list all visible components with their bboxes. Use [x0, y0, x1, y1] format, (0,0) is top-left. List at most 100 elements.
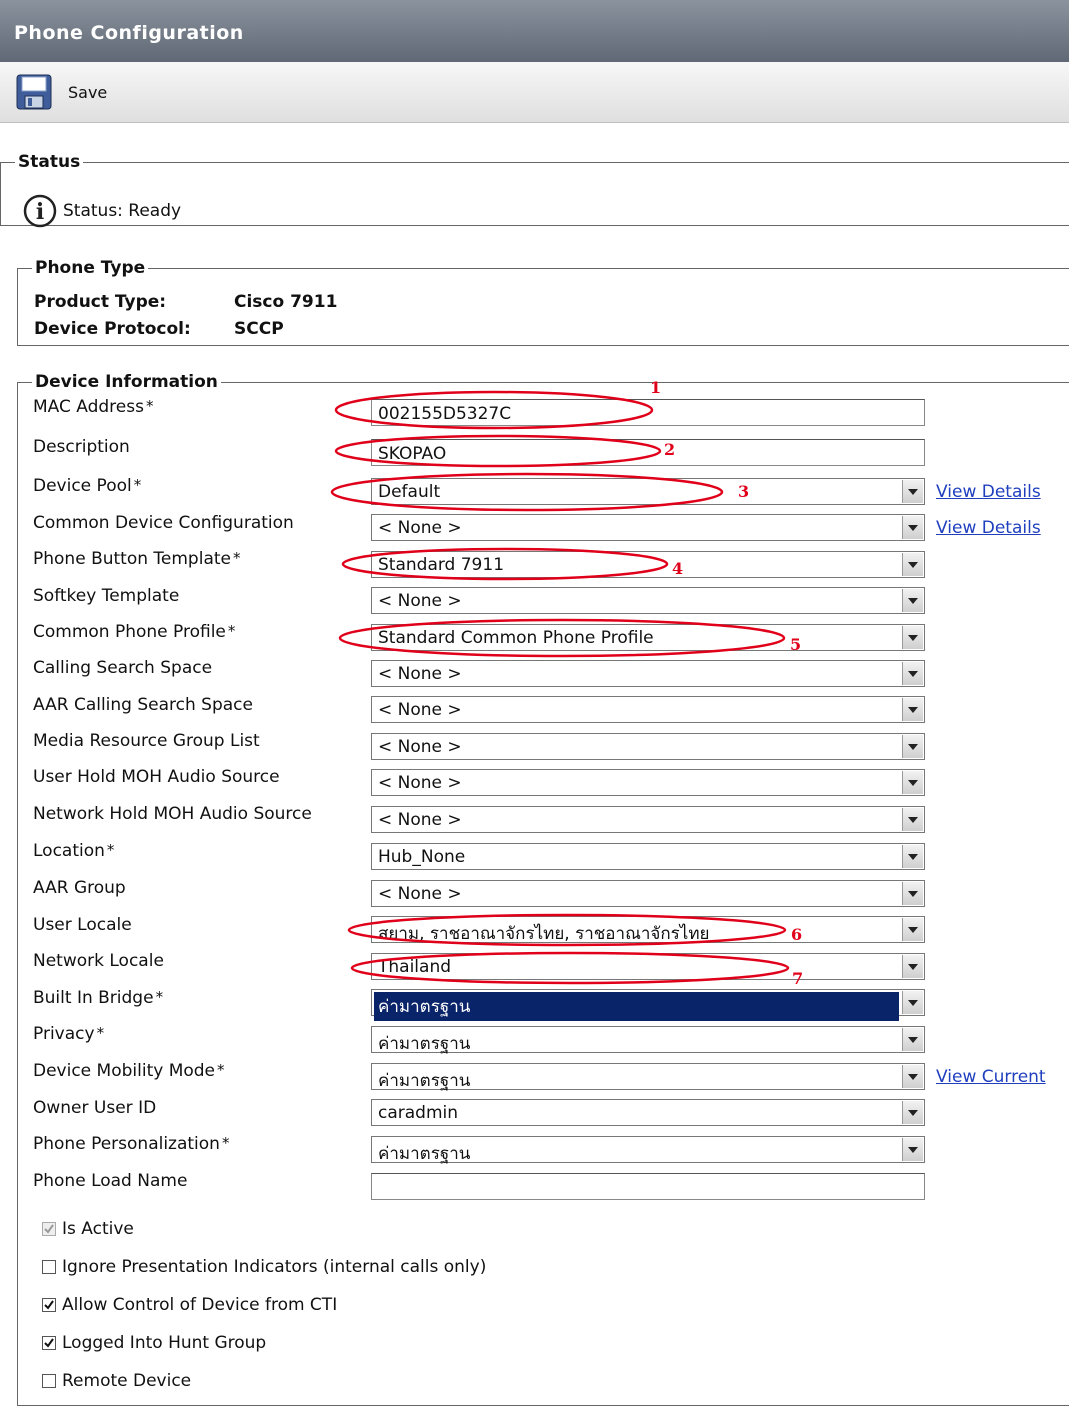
network-locale-select[interactable]: Thailand [371, 953, 925, 980]
save-button[interactable]: Save [16, 74, 107, 110]
phone-type-section: Phone Type Product Type: Cisco 7911 Devi… [17, 258, 1069, 346]
chevron-down-icon[interactable] [902, 918, 923, 941]
chevron-down-icon[interactable] [902, 845, 923, 868]
user-hold-moh-select[interactable]: < None > [371, 769, 925, 796]
chevron-down-icon[interactable] [902, 1065, 923, 1088]
toolbar: Save [0, 62, 1069, 123]
device-protocol-row: Device Protocol: SCCP [34, 319, 284, 339]
phone-button-template-label: Phone Button Template * [33, 549, 241, 569]
media-resource-group-list-label: Media Resource Group List [33, 731, 260, 751]
title-bar: Phone Configuration [0, 0, 1069, 63]
ignore-presentation-checkbox[interactable] [42, 1260, 56, 1274]
mac-address-field[interactable]: 002155D5327C [371, 399, 925, 426]
chevron-down-icon[interactable] [902, 662, 923, 685]
device-information-legend: Device Information [35, 372, 218, 392]
allow-cti-checkbox[interactable] [42, 1298, 56, 1312]
is-active-label: Is Active [62, 1219, 134, 1239]
mac-address-label: MAC Address * [33, 397, 154, 417]
chevron-down-icon[interactable] [902, 1028, 923, 1051]
built-in-bridge-label: Built In Bridge * [33, 988, 164, 1008]
owner-user-id-label: Owner User ID [33, 1098, 157, 1118]
phone-type-legend: Phone Type [35, 258, 146, 278]
device-mobility-mode-label: Device Mobility Mode * [33, 1061, 225, 1081]
chevron-down-icon[interactable] [902, 1138, 923, 1161]
floppy-disk-icon [16, 74, 52, 110]
remote-device-label: Remote Device [62, 1371, 192, 1391]
description-field[interactable]: SKOPAO [371, 439, 925, 466]
chevron-down-icon[interactable] [902, 589, 923, 612]
chevron-down-icon[interactable] [902, 955, 923, 978]
privacy-label: Privacy * [33, 1024, 105, 1044]
built-in-bridge-select[interactable]: ค่ามาตรฐาน [371, 989, 925, 1021]
phone-load-name-field[interactable] [371, 1173, 925, 1200]
logged-hunt-group-checkbox-row: Logged Into Hunt Group [42, 1333, 266, 1353]
device-mobility-mode-select[interactable]: ค่ามาตรฐาน [371, 1063, 925, 1091]
product-type-row: Product Type: Cisco 7911 [34, 292, 337, 312]
location-label: Location * [33, 841, 115, 861]
is-active-checkbox-row: Is Active [42, 1219, 134, 1239]
chevron-down-icon[interactable] [902, 553, 923, 576]
chevron-down-icon[interactable] [902, 882, 923, 905]
aar-calling-search-space-label: AAR Calling Search Space [33, 695, 253, 715]
chevron-down-icon[interactable] [902, 626, 923, 649]
chevron-down-icon[interactable] [902, 1101, 923, 1124]
chevron-down-icon[interactable] [902, 735, 923, 758]
softkey-template-select[interactable]: < None > [371, 587, 925, 614]
device-pool-label: Device Pool * [33, 476, 142, 496]
location-select[interactable]: Hub_None [371, 843, 925, 870]
checkmark-icon [44, 1338, 54, 1348]
allow-cti-checkbox-row: Allow Control of Device from CTI [42, 1295, 337, 1315]
page-title: Phone Configuration [14, 22, 244, 44]
common-phone-profile-label: Common Phone Profile * [33, 622, 236, 642]
product-type-label: Product Type: [34, 292, 167, 312]
user-locale-select[interactable]: สยาม, ราชอาณาจักรไทย, ราชอาณาจักรไทย [371, 916, 925, 944]
phone-load-name-label: Phone Load Name [33, 1171, 188, 1191]
device-protocol-label: Device Protocol: [34, 319, 191, 339]
device-pool-view-details-link[interactable]: View Details [936, 482, 1041, 502]
softkey-template-label: Softkey Template [33, 586, 180, 606]
common-device-config-select[interactable]: < None > [371, 514, 925, 541]
device-pool-select[interactable]: Default [371, 478, 925, 505]
aar-group-label: AAR Group [33, 878, 126, 898]
status-section: Status i Status: Ready [0, 152, 1069, 228]
aar-group-select[interactable]: < None > [371, 880, 925, 907]
checkmark-icon [44, 1300, 54, 1310]
aar-calling-search-space-select[interactable]: < None > [371, 696, 925, 723]
info-icon: i [23, 194, 57, 228]
device-mobility-view-current-link[interactable]: View Current [936, 1067, 1046, 1087]
network-locale-label: Network Locale [33, 951, 164, 971]
chevron-down-icon[interactable] [902, 698, 923, 721]
chevron-down-icon[interactable] [902, 516, 923, 539]
logged-hunt-group-checkbox[interactable] [42, 1336, 56, 1350]
phone-button-template-select[interactable]: Standard 7911 [371, 551, 925, 578]
phone-personalization-label: Phone Personalization * [33, 1134, 230, 1154]
calling-search-space-label: Calling Search Space [33, 658, 213, 678]
save-label: Save [68, 82, 108, 102]
ignore-presentation-checkbox-row: Ignore Presentation Indicators (internal… [42, 1257, 486, 1277]
owner-user-id-select[interactable]: caradmin [371, 1099, 925, 1126]
remote-device-checkbox-row: Remote Device [42, 1371, 191, 1391]
phone-personalization-select[interactable]: ค่ามาตรฐาน [371, 1136, 925, 1164]
user-locale-label: User Locale [33, 915, 132, 935]
chevron-down-icon[interactable] [902, 808, 923, 831]
chevron-down-icon[interactable] [902, 480, 923, 503]
calling-search-space-select[interactable]: < None > [371, 660, 925, 687]
chevron-down-icon[interactable] [902, 991, 923, 1014]
network-hold-moh-select[interactable]: < None > [371, 806, 925, 833]
checkmark-icon [44, 1224, 54, 1234]
privacy-select[interactable]: ค่ามาตรฐาน [371, 1026, 925, 1054]
user-hold-moh-label: User Hold MOH Audio Source [33, 767, 280, 787]
common-device-config-view-details-link[interactable]: View Details [936, 518, 1041, 538]
status-legend: Status [18, 152, 81, 172]
common-phone-profile-select[interactable]: Standard Common Phone Profile [371, 624, 925, 651]
media-resource-group-list-select[interactable]: < None > [371, 733, 925, 760]
device-protocol-value: SCCP [234, 319, 284, 339]
remote-device-checkbox[interactable] [42, 1374, 56, 1388]
allow-cti-label: Allow Control of Device from CTI [62, 1295, 338, 1315]
ignore-presentation-label: Ignore Presentation Indicators (internal… [62, 1257, 487, 1277]
status-text: Status: Ready [63, 201, 182, 221]
is-active-checkbox[interactable] [42, 1222, 56, 1236]
chevron-down-icon[interactable] [902, 771, 923, 794]
network-hold-moh-label: Network Hold MOH Audio Source [33, 804, 312, 824]
description-label: Description [33, 437, 130, 457]
